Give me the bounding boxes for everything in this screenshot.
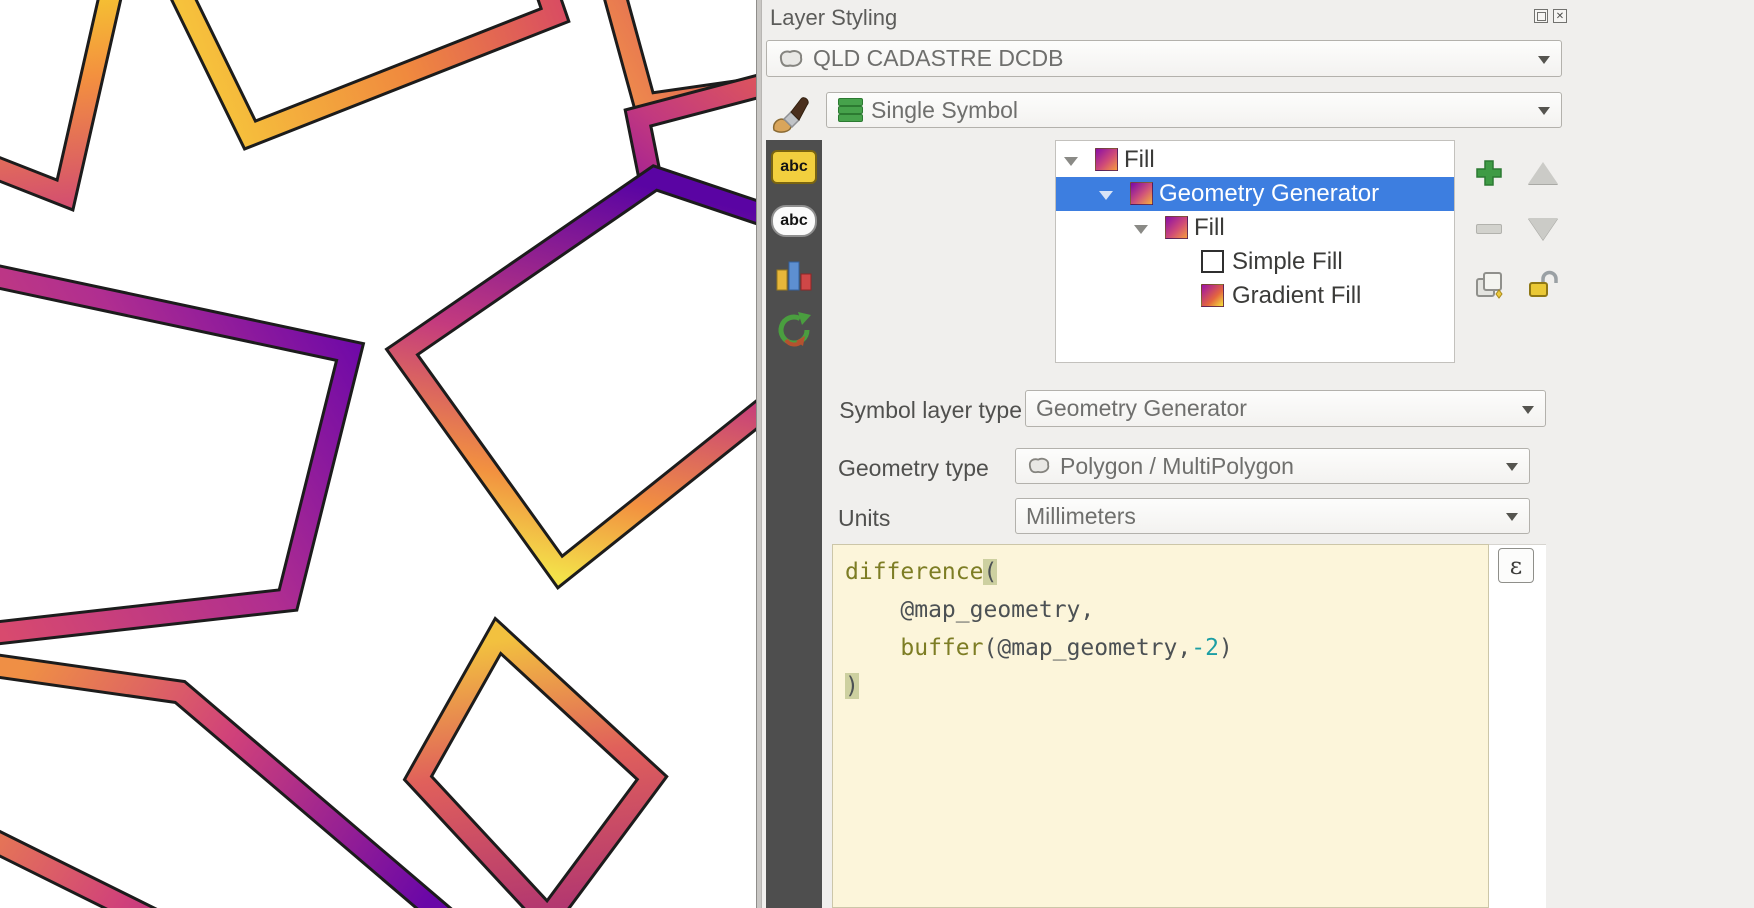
units-value: Millimeters xyxy=(1026,503,1136,530)
down-arrow-icon xyxy=(1528,218,1558,240)
renderer-selector-value: Single Symbol xyxy=(871,97,1018,124)
paintbrush-icon xyxy=(770,89,816,135)
fill-symbol-icon xyxy=(1095,148,1118,171)
float-glyph xyxy=(1537,12,1546,21)
up-arrow-icon xyxy=(1528,162,1558,184)
tree-label: Fill xyxy=(1124,146,1155,174)
chevron-down-icon xyxy=(1538,107,1550,115)
tab-history[interactable] xyxy=(766,302,822,356)
expression-line: difference( xyxy=(845,553,1488,591)
tree-row-fill-inner[interactable]: Fill xyxy=(1056,211,1454,245)
tree-label: Gradient Fill xyxy=(1232,282,1361,310)
remove-symbol-layer-button[interactable] xyxy=(1472,212,1505,245)
labels-abc-icon: abc xyxy=(771,150,817,184)
qgis-window: Layer Styling ✕ QLD CADASTRE DCDB Single… xyxy=(0,0,1754,908)
tab-diagrams[interactable] xyxy=(766,248,822,302)
renderer-selector[interactable]: Single Symbol xyxy=(826,92,1562,128)
tree-label: Geometry Generator xyxy=(1159,180,1379,208)
expand-arrow-icon[interactable] xyxy=(1099,191,1113,200)
single-symbol-icon xyxy=(837,97,863,123)
tree-row-geometry-generator[interactable]: Geometry Generator xyxy=(1056,177,1454,211)
tab-labels[interactable]: abc xyxy=(766,140,822,194)
layer-styling-panel: Layer Styling ✕ QLD CADASTRE DCDB Single… xyxy=(762,0,1754,908)
units-label: Units xyxy=(838,505,890,532)
close-glyph: ✕ xyxy=(1556,11,1564,22)
expression-side-gutter xyxy=(1489,544,1546,908)
masks-abc-icon: abc xyxy=(771,205,817,237)
layer-selector-value: QLD CADASTRE DCDB xyxy=(813,45,1063,72)
chevron-down-icon xyxy=(1506,513,1518,521)
tree-row-gradient-fill[interactable]: Gradient Fill xyxy=(1056,279,1454,313)
history-arrow-icon xyxy=(774,309,814,349)
move-down-button[interactable] xyxy=(1526,212,1559,245)
geometry-type-label: Geometry type xyxy=(838,455,989,482)
expression-editor[interactable]: difference( @map_geometry, buffer(@map_g… xyxy=(832,544,1489,908)
expression-line: ) xyxy=(845,667,1488,705)
layer-selector[interactable]: QLD CADASTRE DCDB xyxy=(766,40,1562,77)
simple-fill-icon xyxy=(1201,250,1224,273)
duplicate-symbol-layer-button[interactable] xyxy=(1472,268,1505,301)
symbol-tree: Fill Geometry Generator Fill Simple Fill… xyxy=(1055,140,1455,363)
units-selector[interactable]: Millimeters xyxy=(1015,498,1530,534)
panel-title: Layer Styling xyxy=(770,5,897,31)
minus-icon xyxy=(1476,224,1502,234)
polygon-geometry-icon xyxy=(1026,456,1052,476)
tab-masks[interactable]: abc xyxy=(766,194,822,248)
map-canvas[interactable] xyxy=(0,0,756,908)
duplicate-icon xyxy=(1473,269,1505,301)
expand-arrow-icon[interactable] xyxy=(1134,225,1148,234)
geometry-type-selector[interactable]: Polygon / MultiPolygon xyxy=(1015,448,1530,484)
chevron-down-icon xyxy=(1506,463,1518,471)
geometry-type-value: Polygon / MultiPolygon xyxy=(1060,453,1294,480)
open-padlock-icon xyxy=(1526,268,1559,301)
symbol-layer-type-label: Symbol layer type xyxy=(817,397,1022,424)
tree-row-simple-fill[interactable]: Simple Fill xyxy=(1056,245,1454,279)
chevron-down-icon xyxy=(1538,56,1550,64)
symbol-layer-type-value: Geometry Generator xyxy=(1036,395,1247,422)
fill-symbol-icon xyxy=(1165,216,1188,239)
move-up-button[interactable] xyxy=(1526,156,1559,189)
expression-builder-button[interactable]: ε xyxy=(1498,548,1534,583)
close-panel-icon[interactable]: ✕ xyxy=(1553,9,1567,23)
symbol-layer-type-selector[interactable]: Geometry Generator xyxy=(1025,390,1546,427)
tab-symbology[interactable] xyxy=(764,86,822,138)
expression-line: @map_geometry, xyxy=(845,591,1488,629)
gradient-fill-icon xyxy=(1201,284,1224,307)
add-symbol-layer-button[interactable] xyxy=(1472,156,1505,189)
plus-icon xyxy=(1474,158,1504,188)
expand-arrow-icon[interactable] xyxy=(1064,157,1078,166)
expression-line: buffer(@map_geometry,-2) xyxy=(845,629,1488,667)
tree-label: Fill xyxy=(1194,214,1225,242)
styling-tab-strip: abc abc xyxy=(766,140,822,908)
tree-row-fill-root[interactable]: Fill xyxy=(1056,143,1454,177)
lock-color-button[interactable] xyxy=(1526,268,1559,301)
detach-panel-icon[interactable] xyxy=(1534,9,1548,23)
tree-label: Simple Fill xyxy=(1232,248,1343,276)
polygon-layer-icon xyxy=(777,48,805,70)
cadastre-map xyxy=(0,0,756,908)
diagram-icon xyxy=(774,256,814,294)
chevron-down-icon xyxy=(1522,406,1534,414)
geometry-generator-symbol-icon xyxy=(1130,182,1153,205)
